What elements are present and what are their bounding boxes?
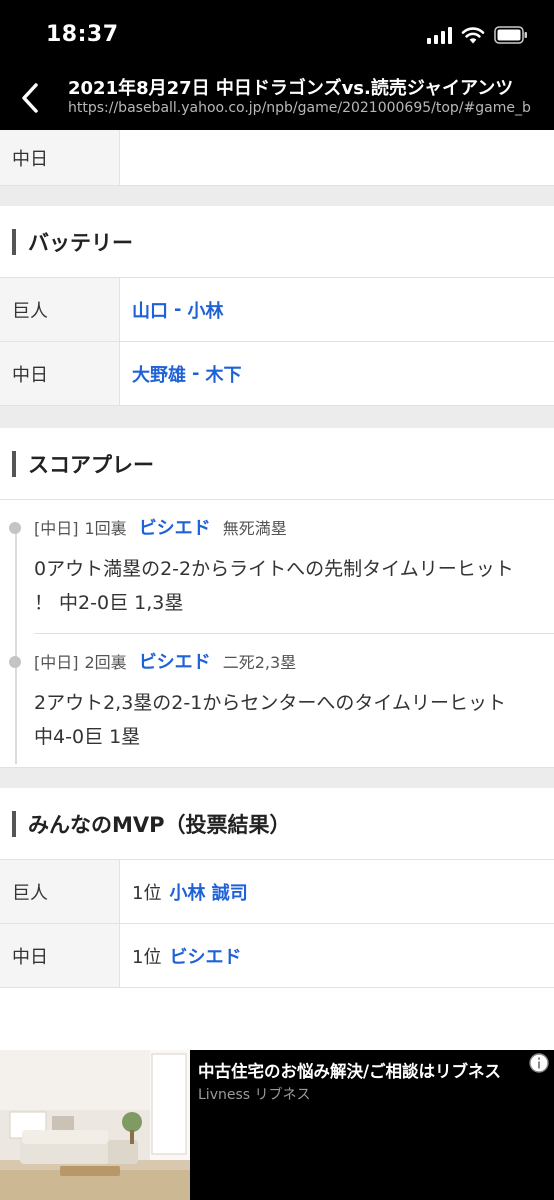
- battery-row: 巨人 山口 - 小林: [0, 278, 554, 342]
- battery-cell: 大野雄 - 木下: [120, 342, 554, 405]
- heading-bar: [12, 810, 16, 837]
- section-gap: [0, 186, 554, 206]
- mvp-row: 中日 1位 ビシエド: [0, 924, 554, 988]
- play-meta: [中日] 2回裏 ビシエド 二死2,3塁: [34, 648, 534, 674]
- heading-bar: [12, 228, 16, 255]
- play-description: 0アウト満塁の2-2からライトへの先制タイムリーヒット ！ 中2-0巨 1,3塁: [34, 552, 534, 620]
- battery-cell: 山口 - 小林: [120, 278, 554, 341]
- status-icons: [427, 24, 528, 46]
- timeline-dot: [9, 656, 21, 668]
- mvp-row: 巨人 1位 小林 誠司: [0, 860, 554, 924]
- batter-link[interactable]: ビシエド: [139, 648, 211, 674]
- pitcher-link[interactable]: 大野雄: [132, 361, 186, 387]
- score-play-list: [中日] 1回裏 ビシエド 無死満塁 0アウト満塁の2-2からライトへの先制タイ…: [0, 500, 554, 768]
- timeline-line: [15, 524, 17, 764]
- score-play-section-heading: スコアプレー: [0, 428, 554, 500]
- page-content: 中日 バッテリー 巨人 山口 - 小林 中日 大野雄 - 木下 スコアプレー […: [0, 130, 554, 1050]
- back-button[interactable]: [14, 78, 46, 118]
- ad-headline[interactable]: 中古住宅のお悩み解決/ご相談はリブネス: [198, 1058, 518, 1082]
- mvp-player-link[interactable]: 小林 誠司: [169, 879, 247, 905]
- heading-bar: [12, 450, 16, 477]
- battery-separator: -: [174, 299, 182, 320]
- team-cell: 巨人: [0, 860, 120, 923]
- mvp-heading: みんなのMVP（投票結果）: [28, 812, 291, 837]
- play-divider: [34, 633, 554, 634]
- ad-sponsor: Livness リブネス: [198, 1087, 311, 1103]
- ad-image[interactable]: [0, 1050, 190, 1200]
- catcher-link[interactable]: 木下: [205, 361, 241, 387]
- value-cell: [120, 130, 554, 185]
- team-cell: 巨人: [0, 278, 120, 341]
- play-team: [中日]: [34, 653, 79, 672]
- play-meta: [中日] 1回裏 ビシエド 無死満塁: [34, 514, 534, 540]
- page-url: https://baseball.yahoo.co.jp/npb/game/20…: [68, 100, 531, 116]
- play-inning: 1回裏: [84, 519, 127, 538]
- team-cell: 中日: [0, 130, 120, 185]
- section-gap: [0, 768, 554, 788]
- ad-banner[interactable]: 中古住宅のお悩み解決/ご相談はリブネス Livness リブネス: [0, 1050, 554, 1200]
- browser-header: 18:37 2021年8月27日 中日ドラゴンズvs.読売ジャイアンツ http…: [0, 0, 554, 130]
- score-play-item: [中日] 1回裏 ビシエド 無死満塁 0アウト満塁の2-2からライトへの先制タイ…: [9, 514, 534, 620]
- mvp-section-heading: みんなのMVP（投票結果）: [0, 788, 554, 860]
- status-time: 18:37: [46, 22, 119, 47]
- mvp-rank: 1位: [132, 882, 162, 904]
- wifi-icon: [461, 27, 485, 44]
- team-cell: 中日: [0, 342, 120, 405]
- play-desc-line: 中4-0巨 1塁: [34, 726, 141, 748]
- team-cell: 中日: [0, 924, 120, 987]
- page-title: 2021年8月27日 中日ドラゴンズvs.読売ジャイアンツ: [68, 78, 514, 99]
- living-room-illustration: [0, 1050, 190, 1200]
- battery-row: 中日 大野雄 - 木下: [0, 342, 554, 406]
- battery-heading: バッテリー: [28, 230, 133, 255]
- battery-section-heading: バッテリー: [0, 206, 554, 278]
- table-row: 中日: [0, 130, 554, 186]
- mvp-rank: 1位: [132, 946, 162, 968]
- info-icon[interactable]: [528, 1052, 550, 1074]
- battery-separator: -: [192, 363, 200, 384]
- batter-link[interactable]: ビシエド: [139, 514, 211, 540]
- mvp-cell: 1位 ビシエド: [120, 924, 554, 987]
- catcher-link[interactable]: 小林: [187, 297, 223, 323]
- play-desc-line: ！ 中2-0巨 1,3塁: [34, 592, 184, 614]
- section-gap: [0, 406, 554, 428]
- play-situation: 無死満塁: [222, 519, 287, 538]
- play-team: [中日]: [34, 519, 79, 538]
- chevron-left-icon: [22, 83, 38, 113]
- timeline-dot: [9, 522, 21, 534]
- play-inning: 2回裏: [84, 653, 127, 672]
- score-play-heading: スコアプレー: [28, 452, 154, 477]
- play-desc-line: 0アウト満塁の2-2からライトへの先制タイムリーヒット: [34, 558, 514, 580]
- mvp-player-link[interactable]: ビシエド: [169, 943, 241, 969]
- play-desc-line: 2アウト2,3塁の2-1からセンターへのタイムリーヒット: [34, 692, 506, 714]
- play-description: 2アウト2,3塁の2-1からセンターへのタイムリーヒット 中4-0巨 1塁: [34, 686, 534, 754]
- play-situation: 二死2,3塁: [222, 653, 297, 672]
- ad-text-area[interactable]: 中古住宅のお悩み解決/ご相談はリブネス Livness リブネス: [190, 1050, 554, 1200]
- battery-icon: [494, 26, 527, 44]
- score-play-item: [中日] 2回裏 ビシエド 二死2,3塁 2アウト2,3塁の2-1からセンターへ…: [9, 648, 534, 754]
- cellular-signal-icon: [427, 26, 452, 44]
- mvp-cell: 1位 小林 誠司: [120, 860, 554, 923]
- pitcher-link[interactable]: 山口: [132, 297, 168, 323]
